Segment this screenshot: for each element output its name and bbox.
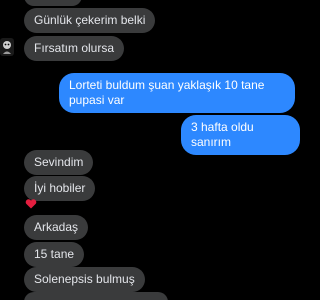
message-bubble-cut[interactable]: [24, 0, 82, 6]
message-bubble[interactable]: Arkadaş: [24, 215, 89, 240]
message-bubble[interactable]: Günlük çekerim belki: [24, 8, 156, 33]
message-bubble[interactable]: Solenepsis bulmuş: [24, 267, 145, 292]
message-bubble-sent[interactable]: Lorteti buldum şuan yaklaşık 10 tane pup…: [59, 73, 295, 113]
message-bubble[interactable]: Sevindim: [24, 150, 94, 175]
message-bubble-cut[interactable]: [24, 292, 168, 300]
heart-icon[interactable]: [25, 199, 37, 209]
message-bubble[interactable]: Fırsatım olursa: [24, 36, 125, 61]
message-bubble-sent[interactable]: 3 hafta oldu sanırım: [181, 115, 300, 155]
sender-avatar-icon[interactable]: [0, 38, 14, 56]
message-bubble[interactable]: 15 tane: [24, 242, 85, 267]
message-bubble[interactable]: İyi hobiler: [24, 176, 96, 201]
